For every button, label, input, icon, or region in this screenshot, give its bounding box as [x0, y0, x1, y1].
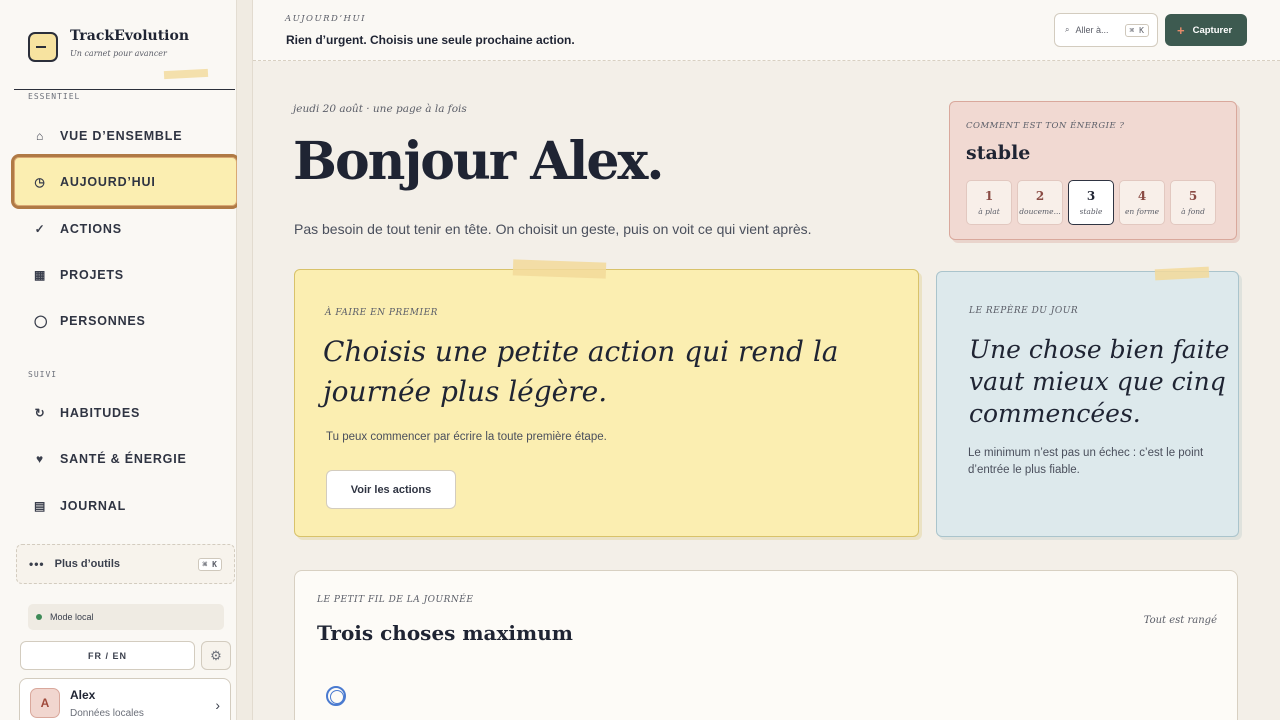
mode-indicator: Mode local — [28, 604, 224, 630]
sidebar-item-overview[interactable]: ⌂ VUE D’ENSEMBLE — [14, 113, 238, 159]
section-label-suivi: SUIVI — [28, 370, 58, 379]
sidebar-item-label: HABITUDES — [60, 406, 141, 420]
energy-option-label: à fond — [1181, 207, 1205, 216]
energy-option-label: stable — [1079, 207, 1103, 216]
more-tools-label: Plus d’outils — [54, 558, 121, 570]
energy-option-label: douceme... — [1019, 207, 1061, 216]
journal-icon: ▤ — [34, 499, 47, 513]
more-tools-button[interactable]: ••• Plus d’outils ⌘ K — [16, 544, 235, 584]
gear-icon: ⚙ — [210, 647, 222, 663]
language-toggle[interactable]: FR / EN — [20, 641, 195, 670]
energy-question: COMMENT EST TON ÉNERGIE ? — [966, 121, 1125, 131]
tape-decoration — [512, 259, 607, 279]
shortcut-badge: ⌘ K — [1124, 23, 1149, 37]
sidebar-item-people[interactable]: ◯ PERSONNES — [14, 298, 238, 344]
sidebar-item-projects[interactable]: ▦ PROJETS — [14, 252, 238, 298]
notebook-icon — [28, 32, 58, 62]
energy-option-label: en forme — [1124, 207, 1160, 216]
status-dot-icon — [36, 614, 42, 620]
energy-card: COMMENT EST TON ÉNERGIE ? stable 1 à pla… — [949, 101, 1237, 240]
energy-option-5[interactable]: 5 à fond — [1170, 180, 1216, 225]
brand-tagline: Un carnet pour avancer — [70, 49, 167, 58]
divider — [14, 89, 235, 90]
sidebar-gutter — [237, 0, 253, 720]
daily-thread-card: LE PETIT FIL DE LA JOURNÉE Trois choses … — [294, 570, 1238, 720]
sidebar-item-today[interactable]: ◷ AUJOURD’HUI — [11, 154, 240, 209]
sidebar-item-label: PROJETS — [60, 268, 124, 282]
sidebar-item-label: ACTIONS — [60, 222, 122, 236]
card-headline: Choisis une petite action qui rend la jo… — [323, 335, 839, 408]
sidebar-item-actions[interactable]: ✓ ACTIONS — [14, 206, 238, 252]
energy-option-number: 3 — [1086, 189, 1096, 203]
section-label-essentiel: ESSENTIEL — [28, 92, 81, 101]
energy-option-number: 1 — [984, 189, 994, 203]
card-subtext: Tu peux commencer par écrire la toute pr… — [326, 431, 607, 443]
energy-option-number: 5 — [1188, 189, 1198, 203]
task-radio[interactable] — [326, 686, 346, 706]
card-headline: Une chose bien faite vaut mieux que cinq… — [969, 335, 1230, 428]
sidebar-item-health[interactable]: ♥ SANTÉ & ÉNERGIE — [14, 436, 238, 482]
energy-option-1[interactable]: 1 à plat — [966, 180, 1012, 225]
sidebar: TrackEvolution Un carnet pour avancer ES… — [0, 0, 240, 720]
chevron-right-icon: › — [215, 697, 220, 713]
card-kicker: À FAIRE EN PREMIER — [325, 308, 438, 318]
page-title: Rien d’urgent. Choisis une seule prochai… — [286, 33, 575, 47]
energy-option-4[interactable]: 4 en forme — [1119, 180, 1165, 225]
user-name: Alex — [70, 688, 96, 702]
view-actions-button[interactable]: Voir les actions — [326, 470, 456, 509]
mode-label: Mode local — [50, 612, 94, 622]
page-kicker: AUJOURD’HUI — [285, 14, 366, 24]
plus-icon: + — [1177, 22, 1185, 38]
first-action-card: À FAIRE EN PREMIER Choisis une petite ac… — [294, 269, 919, 537]
search-icon: ⌕ — [1065, 25, 1070, 34]
card-kicker: LE REPÈRE DU JOUR — [969, 306, 1079, 316]
brand-name: TrackEvolution — [70, 28, 190, 44]
capture-button[interactable]: + Capturer — [1165, 14, 1247, 46]
sidebar-item-label: VUE D’ENSEMBLE — [60, 129, 183, 143]
card-kicker: LE PETIT FIL DE LA JOURNÉE — [317, 595, 474, 605]
sidebar-item-label: JOURNAL — [60, 499, 127, 513]
intro-text: Pas besoin de tout tenir en tête. On cho… — [294, 221, 812, 237]
go-to-button[interactable]: ⌕ Aller à... ⌘ K — [1054, 13, 1158, 47]
shortcut-badge: ⌘ K — [197, 557, 222, 571]
energy-option-2[interactable]: 2 douceme... — [1017, 180, 1063, 225]
daily-marker-card: LE REPÈRE DU JOUR Une chose bien faite v… — [936, 271, 1239, 537]
home-icon: ⌂ — [35, 129, 45, 143]
repeat-icon: ↻ — [34, 406, 46, 420]
energy-scale: 1 à plat 2 douceme... 3 stable 4 en form… — [966, 180, 1216, 225]
clock-icon: ◷ — [34, 174, 46, 189]
sidebar-item-label: AUJOURD’HUI — [60, 174, 156, 189]
energy-value: stable — [966, 142, 1031, 164]
card-subtext: Le minimum n’est pas un échec : c’est le… — [968, 447, 1204, 476]
avatar: A — [30, 688, 60, 718]
circle-icon: ◯ — [34, 314, 49, 328]
greeting: Bonjour Alex. — [293, 131, 665, 192]
sidebar-item-journal[interactable]: ▤ JOURNAL — [14, 483, 238, 529]
sidebar-item-label: PERSONNES — [60, 314, 146, 328]
sidebar-item-label: SANTÉ & ÉNERGIE — [60, 452, 187, 466]
settings-button[interactable]: ⚙ — [201, 641, 231, 670]
card-title: Trois choses maximum — [317, 621, 573, 645]
date-line: jeudi 20 août · une page à la fois — [293, 103, 467, 115]
energy-option-label: à plat — [978, 207, 1000, 216]
sidebar-item-habits[interactable]: ↻ HABITUDES — [14, 390, 238, 436]
heart-icon: ♥ — [36, 452, 44, 466]
check-icon: ✓ — [34, 222, 46, 236]
more-icon: ••• — [29, 557, 45, 571]
capture-label: Capturer — [1192, 24, 1233, 36]
user-card[interactable]: A Alex Données locales › — [19, 678, 231, 720]
topbar: AUJOURD’HUI Rien d’urgent. Choisis une s… — [253, 0, 1280, 61]
energy-option-3[interactable]: 3 stable — [1068, 180, 1114, 225]
energy-option-number: 2 — [1035, 189, 1045, 203]
main-content: jeudi 20 août · une page à la fois Bonjo… — [253, 61, 1280, 720]
energy-option-number: 4 — [1137, 189, 1147, 203]
grid-icon: ▦ — [34, 268, 47, 282]
thread-status: Tout est rangé — [1143, 615, 1217, 626]
user-subtitle: Données locales — [70, 708, 144, 719]
go-to-label: Aller à... — [1075, 25, 1109, 35]
brand[interactable]: TrackEvolution Un carnet pour avancer — [28, 28, 189, 62]
tape-decoration — [163, 68, 209, 80]
